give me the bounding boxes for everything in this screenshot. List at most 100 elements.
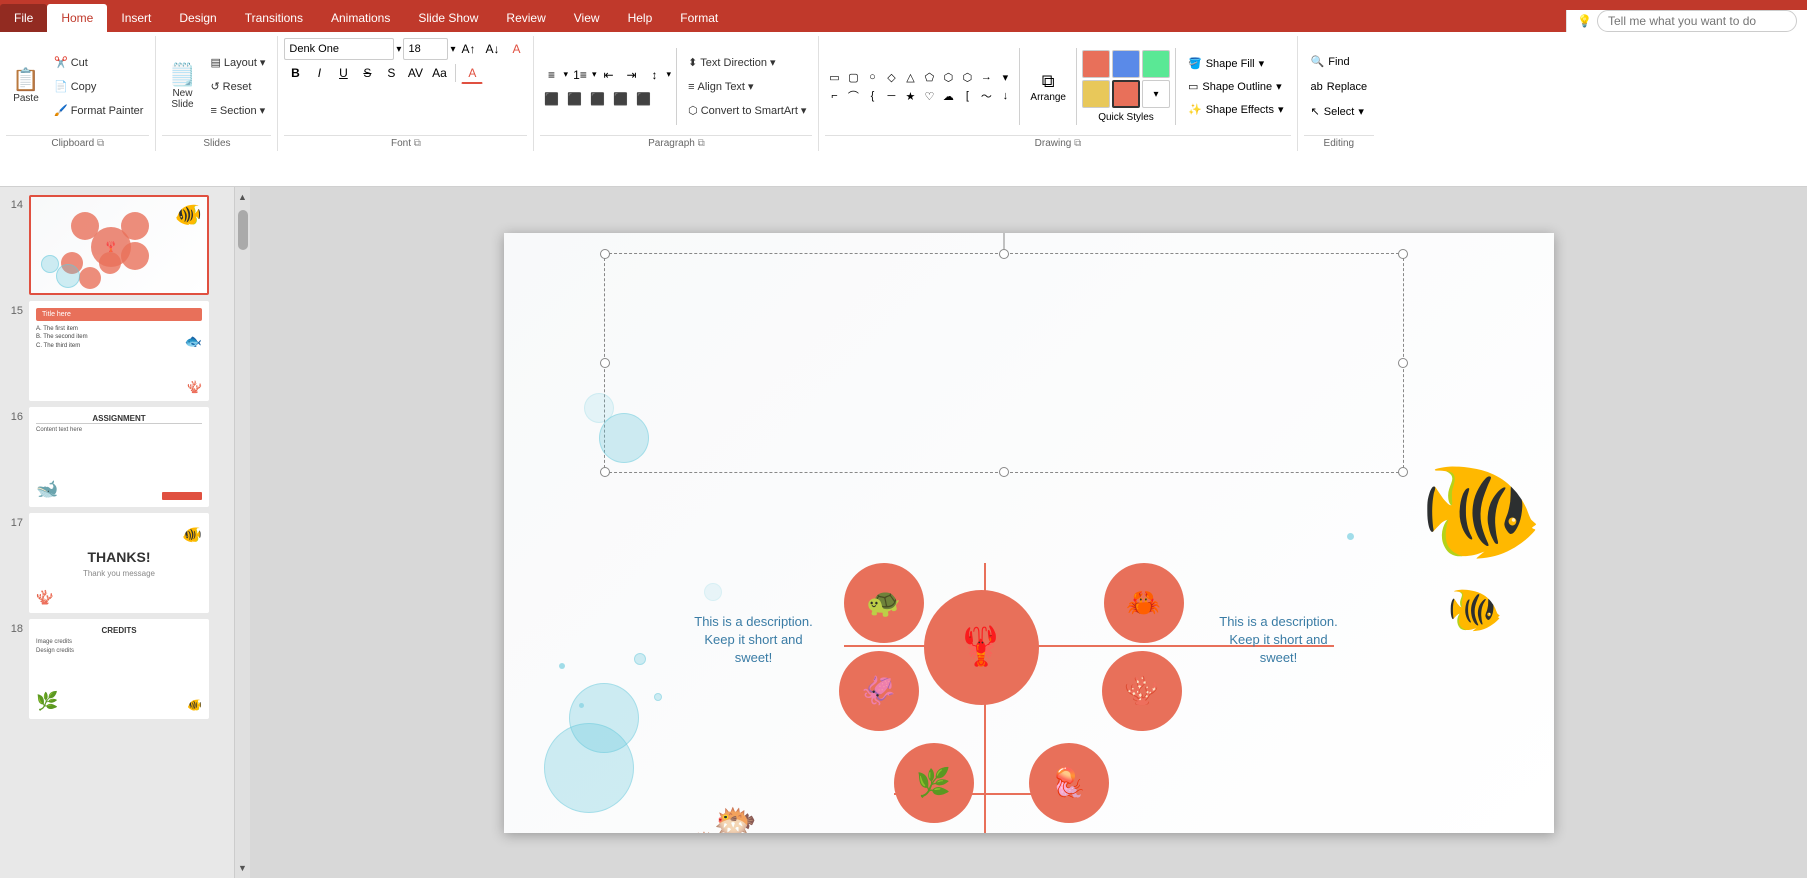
qs-5[interactable] (1112, 80, 1140, 108)
numbered-list-button[interactable]: 1≡ (569, 64, 591, 86)
qs-3[interactable] (1142, 50, 1170, 78)
shape-rect[interactable]: ▭ (825, 68, 843, 86)
slide-img-14[interactable]: 🦞 🐠 (29, 195, 209, 295)
tell-me-input[interactable] (1597, 10, 1797, 32)
shape-cloud[interactable]: ☁ (939, 87, 957, 105)
decrease-indent-button[interactable]: ⇤ (598, 64, 620, 86)
text-direction-button[interactable]: ⬍ Text Direction ▾ (682, 52, 812, 74)
shape-fill-button[interactable]: 🪣 Shape Fill ▾ (1181, 53, 1291, 75)
tab-home[interactable]: Home (47, 4, 107, 32)
format-painter-button[interactable]: 🖌️ Format Painter (48, 100, 149, 122)
node-crab[interactable]: 🦀 (1104, 563, 1184, 643)
node-seahorse[interactable]: 🦑 (839, 651, 919, 731)
shape-pentagon[interactable]: ⬠ (920, 68, 938, 86)
increase-font-button[interactable]: A↑ (457, 38, 479, 60)
scroll-down-button[interactable]: ▼ (235, 860, 250, 876)
slide-img-17[interactable]: THANKS! Thank you message 🐠 🪸 (29, 513, 209, 613)
handle-bm[interactable] (999, 467, 1009, 477)
clipboard-expand-icon[interactable]: ⧉ (97, 138, 104, 149)
tab-review[interactable]: Review (492, 4, 559, 32)
handle-bl[interactable] (600, 467, 610, 477)
shape-rounded-rect[interactable]: ▢ (844, 68, 862, 86)
slide-img-15[interactable]: Title here A. The first item B. The seco… (29, 301, 209, 401)
tab-view[interactable]: View (560, 4, 614, 32)
qs-more[interactable]: ▾ (1142, 80, 1170, 108)
node-jellyfish[interactable]: 🪼 (1029, 743, 1109, 823)
align-left-button[interactable]: ⬛ (540, 88, 562, 110)
tab-transitions[interactable]: Transitions (231, 4, 317, 32)
slide-thumb-15[interactable]: 15 Title here A. The first item B. The s… (5, 301, 229, 401)
shadow-button[interactable]: S (380, 62, 402, 84)
convert-smartart-button[interactable]: ⬡ Convert to SmartArt ▾ (682, 100, 812, 122)
section-button[interactable]: ≡ Section ▾ (204, 100, 271, 122)
slide-thumb-14[interactable]: 14 🦞 🐠 (5, 195, 229, 295)
numbered-dropdown-icon[interactable]: ▾ (592, 69, 597, 80)
shape-triangle[interactable]: △ (901, 68, 919, 86)
clear-format-button[interactable]: A (505, 38, 527, 60)
char-spacing-button[interactable]: AV (404, 62, 426, 84)
shape-brace[interactable]: { (863, 87, 881, 105)
layout-button[interactable]: ▤ Layout ▾ (204, 52, 271, 74)
shape-octagon[interactable]: ⬡ (958, 68, 976, 86)
shape-line[interactable]: ─ (882, 87, 900, 105)
font-expand-icon[interactable]: ⧉ (414, 138, 421, 149)
shape-curve[interactable]: ⌒ (844, 87, 862, 105)
slide-canvas[interactable]: 🐠 🐠 🐡 🐡 🐢 🦀 🦞 🦑 🪸 🌿 (504, 233, 1554, 833)
font-size-dropdown-icon[interactable]: ▾ (450, 44, 455, 55)
arrange-button[interactable]: ⧉ Arrange (1025, 66, 1071, 108)
slide-thumb-17[interactable]: 17 THANKS! Thank you message 🐠 🪸 (5, 513, 229, 613)
shape-rt[interactable]: ⌐ (825, 87, 843, 105)
tab-insert[interactable]: Insert (107, 4, 165, 32)
node-coral[interactable]: 🪸 (1102, 651, 1182, 731)
qs-1[interactable] (1082, 50, 1110, 78)
handle-tm[interactable] (999, 249, 1009, 259)
slide-thumb-18[interactable]: 18 CREDITS Image credits Design credits … (5, 619, 229, 719)
shape-bracket[interactable]: [ (958, 87, 976, 105)
font-size-input[interactable] (403, 38, 448, 60)
shape-hexagon[interactable]: ⬡ (939, 68, 957, 86)
node-turtle[interactable]: 🐢 (844, 563, 924, 643)
select-button[interactable]: ↖ Select ▾ (1304, 101, 1375, 123)
tab-format[interactable]: Format (666, 4, 732, 32)
tab-file[interactable]: File (0, 4, 47, 32)
align-text-button[interactable]: ≡ Align Text ▾ (682, 76, 812, 98)
reset-button[interactable]: ↺ Reset (204, 76, 271, 98)
slide-panel-scrollbar[interactable]: ▲ ▼ (235, 187, 250, 878)
slide-img-16[interactable]: ASSIGNMENT Content text here 🐋 (29, 407, 209, 507)
shape-more[interactable]: ▾ (996, 68, 1014, 86)
bullet-dropdown-icon[interactable]: ▾ (563, 69, 568, 80)
handle-br[interactable] (1398, 467, 1408, 477)
paste-button[interactable]: 📋 Paste (6, 57, 46, 117)
slide-thumb-16[interactable]: 16 ASSIGNMENT Content text here 🐋 (5, 407, 229, 507)
scroll-thumb[interactable] (238, 210, 248, 250)
change-case-button[interactable]: Aa (428, 62, 450, 84)
line-spacing-button[interactable]: ↕ (644, 64, 666, 86)
bold-button[interactable]: B (284, 62, 306, 84)
handle-tl[interactable] (600, 249, 610, 259)
columns-button[interactable]: ⬛ (632, 88, 654, 110)
node-center[interactable]: 🦞 (924, 590, 1039, 705)
shape-down-arrow[interactable]: ↓ (996, 87, 1014, 105)
bullet-list-button[interactable]: ≡ (540, 64, 562, 86)
cut-button[interactable]: ✂️ Cut (48, 52, 149, 74)
decrease-font-button[interactable]: A↓ (481, 38, 503, 60)
shape-effects-button[interactable]: ✨ Shape Effects ▾ (1181, 99, 1291, 121)
increase-indent-button[interactable]: ⇥ (621, 64, 643, 86)
para-expand-icon[interactable]: ⧉ (698, 138, 705, 149)
font-name-input[interactable] (284, 38, 394, 60)
shape-circle[interactable]: ○ (863, 68, 881, 86)
underline-button[interactable]: U (332, 62, 354, 84)
italic-button[interactable]: I (308, 62, 330, 84)
shape-heart[interactable]: ♡ (920, 87, 938, 105)
linespace-dropdown-icon[interactable]: ▾ (667, 69, 672, 80)
replace-button[interactable]: ab Replace (1304, 76, 1375, 98)
tab-design[interactable]: Design (165, 4, 230, 32)
handle-mr[interactable] (1398, 358, 1408, 368)
qs-2[interactable] (1112, 50, 1140, 78)
justify-button[interactable]: ⬛ (609, 88, 631, 110)
shape-star[interactable]: ★ (901, 87, 919, 105)
node-seaweed[interactable]: 🌿 (894, 743, 974, 823)
new-slide-button[interactable]: 🗒️ NewSlide (162, 57, 202, 117)
shape-wave[interactable]: 〜 (977, 87, 995, 105)
strikethrough-button[interactable]: S (356, 62, 378, 84)
